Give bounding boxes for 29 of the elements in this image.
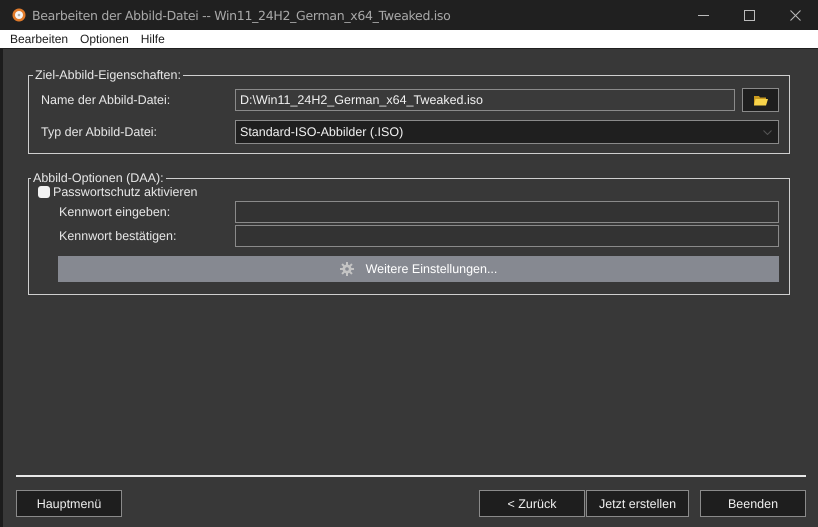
folder-icon <box>754 94 768 106</box>
group-title: Ziel-Abbild-Eigenschaften: <box>34 68 182 82</box>
field-label: Typ der Abbild-Datei: <box>41 125 158 139</box>
checkbox-label: Passwortschutz aktivieren <box>53 185 198 199</box>
browse-button[interactable] <box>742 88 779 112</box>
footer-button[interactable]: Beenden <box>700 490 806 517</box>
file-name-field[interactable]: D:\Win11_24H2_German_x64_Tweaked.iso <box>235 89 735 111</box>
gear-icon <box>340 262 354 276</box>
chevron-down-icon <box>763 130 772 134</box>
field-label: Name der Abbild-Datei: <box>41 93 172 107</box>
menu-item[interactable]: Hilfe <box>134 32 171 46</box>
more-settings-button[interactable]: Weitere Einstellungen... <box>58 256 779 282</box>
footer-button[interactable]: Jetzt erstellen <box>586 490 689 517</box>
group-title: Abbild-Optionen (DAA): <box>32 171 165 185</box>
menu-item[interactable]: Bearbeiten <box>4 32 74 46</box>
close-icon <box>790 10 800 20</box>
footer-button[interactable]: < Zurück <box>479 490 585 517</box>
window-title: Bearbeiten der Abbild-Datei -- Win11_24H2_German_x64_Tweaked.iso <box>32 8 452 22</box>
password-field[interactable] <box>235 225 779 247</box>
footer-button[interactable]: Hauptmenü <box>16 490 122 517</box>
maximize-icon <box>744 10 754 20</box>
password-field[interactable] <box>235 201 779 223</box>
app-icon <box>12 8 26 22</box>
checkbox[interactable] <box>38 186 50 198</box>
menu-item[interactable]: Optionen <box>74 32 135 46</box>
field-label: Kennwort eingeben: <box>59 205 172 219</box>
minimize-icon <box>698 14 708 16</box>
file-type-dropdown[interactable]: Standard-ISO-Abbilder (.ISO) <box>235 120 779 144</box>
field-label: Kennwort bestätigen: <box>59 229 178 243</box>
